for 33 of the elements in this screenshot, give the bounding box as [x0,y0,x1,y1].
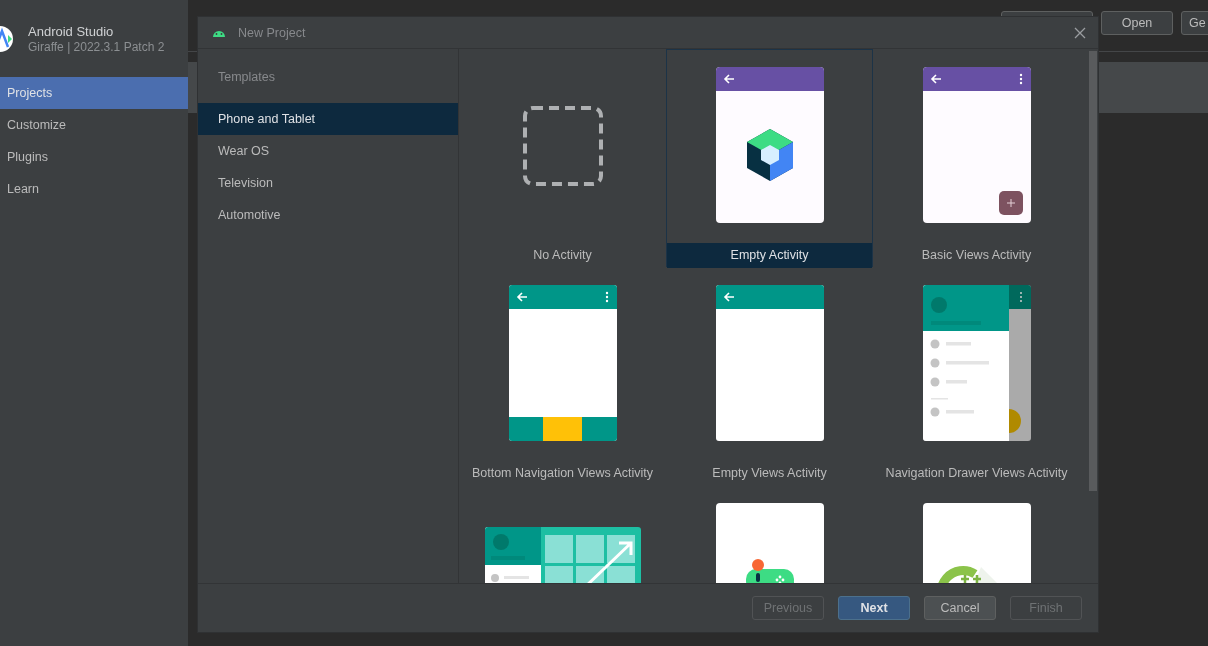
template-card[interactable]: No Activity [459,49,666,267]
app-title: Android Studio [28,23,115,39]
template-card[interactable]: Bottom Navigation Views Activity [459,267,666,485]
template-label: Basic Views Activity [920,247,1033,264]
sidebar-item[interactable]: Projects [0,77,188,109]
toolbar-button[interactable]: Ge [1181,11,1208,35]
template-card[interactable]: Empty Activity [666,49,873,267]
android-icon [212,28,226,37]
dialog-button[interactable]: Cancel [924,596,996,620]
logo-icon [0,24,16,53]
app-version: Giraffe | 2022.3.1 Patch 2 [28,39,165,54]
template-card[interactable]: Navigation Drawer Views Activity [873,267,1080,485]
category-item[interactable]: Television [198,167,458,199]
category-item[interactable]: Wear OS [198,135,458,167]
sidebar-item[interactable]: Learn [0,173,188,205]
scrollbar-thumb[interactable] [1089,51,1097,491]
dialog-title: New Project [238,25,307,40]
template-label: Bottom Navigation Views Activity [470,465,655,482]
category-item[interactable]: Automotive [198,199,458,231]
empty-placeholder-icon [521,105,604,187]
toolbar-button[interactable]: Open [1101,11,1173,35]
template-label: Empty Views Activity [711,465,828,482]
dialog-button[interactable]: Next [838,596,910,620]
template-label: Empty Activity [667,243,872,268]
template-card[interactable]: Basic Views Activity [873,49,1080,267]
category-item[interactable]: Phone and Tablet [198,103,458,135]
close-icon[interactable] [1074,26,1086,39]
template-card[interactable]: Empty Views Activity [666,267,873,485]
sidebar-item[interactable]: Plugins [0,141,188,173]
templates-heading: Templates [217,69,276,86]
template-label: No Activity [532,247,593,264]
template-label: Navigation Drawer Views Activity [884,465,1069,482]
sidebar-item[interactable]: Customize [0,109,188,141]
